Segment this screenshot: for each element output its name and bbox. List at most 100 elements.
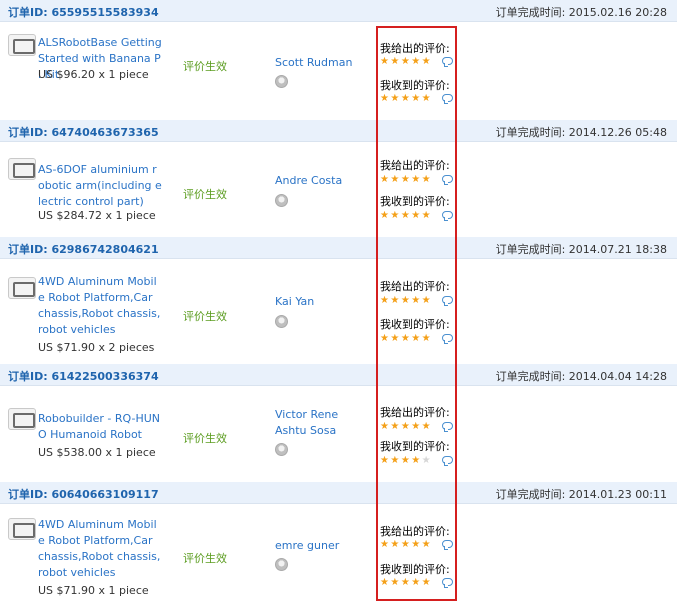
star-icon: ★ (400, 540, 410, 549)
order-header: 订单ID: 64740463673365 订单完成时间: 2014.12.26 … (0, 120, 677, 142)
given-feedback-comment-icon[interactable] (442, 540, 453, 550)
star-icon: ★ (421, 334, 431, 343)
order-id[interactable]: 订单ID: 60640663109117 (8, 486, 159, 502)
received-feedback-comment-icon[interactable] (442, 456, 453, 466)
product-price: US $71.90 x 2 pieces (38, 341, 155, 354)
star-icon: ★ (421, 57, 431, 66)
order-header: 订单ID: 65595515583934 订单完成时间: 2015.02.16 … (0, 0, 677, 22)
star-icon: ★ (421, 175, 431, 184)
star-icon: ★ (411, 334, 421, 343)
given-feedback-stars: ★ ★ ★ ★ ★ (380, 296, 432, 305)
order-id[interactable]: 订单ID: 65595515583934 (8, 4, 159, 20)
order-completion-date: 订单完成时间: 2014.12.26 05:48 (495, 126, 667, 139)
product-link[interactable]: 4WD Aluminum Mobile Robot Platform,Car c… (38, 517, 162, 581)
star-icon: ★ (421, 578, 431, 587)
star-icon: ★ (421, 211, 431, 220)
received-feedback-label: 我收到的评价: (380, 563, 450, 576)
product-link[interactable]: AS-6DOF aluminium robotic arm(including … (38, 162, 162, 210)
received-feedback-label: 我收到的评价: (380, 318, 450, 331)
order-completion-date: 订单完成时间: 2015.02.16 20:28 (495, 6, 667, 19)
star-icon: ★ (390, 422, 400, 431)
star-icon: ★ (411, 422, 421, 431)
star-icon: ★ (400, 334, 410, 343)
received-feedback-stars: ★ ★ ★ ★ ★ (380, 334, 432, 343)
order-id[interactable]: 订单ID: 62986742804621 (8, 241, 159, 257)
received-feedback-comment-icon[interactable] (442, 334, 453, 344)
star-icon: ★ (400, 175, 410, 184)
product-link[interactable]: Robobuilder - RQ-HUNO Humanoid Robot (38, 411, 162, 443)
star-icon: ★ (400, 296, 410, 305)
star-icon: ★ (380, 578, 389, 587)
star-icon: ★ (400, 211, 410, 220)
order-row: 订单ID: 64740463673365 订单完成时间: 2014.12.26 … (0, 120, 677, 237)
buyer-name-link[interactable]: Scott Rudman (275, 55, 371, 71)
star-icon: ★ (411, 540, 421, 549)
given-feedback-comment-icon[interactable] (442, 296, 453, 306)
star-icon: ★ (411, 456, 421, 465)
received-feedback-label: 我收到的评价: (380, 79, 450, 92)
order-header: 订单ID: 60640663109117 订单完成时间: 2014.01.23 … (0, 482, 677, 504)
star-icon: ★ (411, 211, 421, 220)
product-thumbnail[interactable] (8, 518, 36, 540)
buyer-avatar-icon[interactable] (275, 194, 288, 207)
buyer-name-link[interactable]: Andre Costa (275, 173, 371, 189)
received-feedback-comment-icon[interactable] (442, 211, 453, 221)
buyer-name-link[interactable]: Kai Yan (275, 294, 371, 310)
order-header: 订单ID: 62986742804621 订单完成时间: 2014.07.21 … (0, 237, 677, 259)
buyer-name-link[interactable]: emre guner (275, 538, 371, 554)
star-icon: ★ (380, 334, 389, 343)
star-icon: ★ (380, 540, 389, 549)
star-icon: ★ (390, 94, 400, 103)
star-icon: ★ (421, 422, 431, 431)
order-completion-date: 订单完成时间: 2014.07.21 18:38 (495, 243, 667, 256)
star-icon: ★ (411, 175, 421, 184)
received-feedback-stars: ★ ★ ★ ★ ★ (380, 211, 432, 220)
star-icon: ★ (390, 540, 400, 549)
buyer-avatar-icon[interactable] (275, 315, 288, 328)
review-status: 评价生效 (183, 310, 227, 323)
product-price: US $538.00 x 1 piece (38, 446, 156, 459)
product-thumbnail[interactable] (8, 158, 36, 180)
given-feedback-comment-icon[interactable] (442, 422, 453, 432)
review-status: 评价生效 (183, 188, 227, 201)
star-icon: ★ (421, 94, 431, 103)
given-feedback-label: 我给出的评价: (380, 280, 450, 293)
given-feedback-label: 我给出的评价: (380, 42, 450, 55)
given-feedback-comment-icon[interactable] (442, 175, 453, 185)
given-feedback-comment-icon[interactable] (442, 57, 453, 67)
order-id[interactable]: 订单ID: 61422500336374 (8, 368, 159, 384)
product-link[interactable]: 4WD Aluminum Mobile Robot Platform,Car c… (38, 274, 162, 338)
product-thumbnail[interactable] (8, 34, 36, 56)
given-feedback-stars: ★ ★ ★ ★ ★ (380, 57, 432, 66)
star-icon: ★ (400, 57, 410, 66)
buyer-avatar-icon[interactable] (275, 558, 288, 571)
received-feedback-stars: ★ ★ ★ ★ ★ (380, 578, 432, 587)
received-feedback-comment-icon[interactable] (442, 94, 453, 104)
star-icon: ★ (411, 57, 421, 66)
product-thumbnail[interactable] (8, 277, 36, 299)
order-row: 订单ID: 60640663109117 订单完成时间: 2014.01.23 … (0, 482, 677, 605)
received-feedback-label: 我收到的评价: (380, 195, 450, 208)
product-thumbnail[interactable] (8, 408, 36, 430)
order-row: 订单ID: 65595515583934 订单完成时间: 2015.02.16 … (0, 0, 677, 120)
buyer-avatar-icon[interactable] (275, 75, 288, 88)
given-feedback-stars: ★ ★ ★ ★ ★ (380, 175, 432, 184)
star-icon: ★ (411, 578, 421, 587)
given-feedback-label: 我给出的评价: (380, 159, 450, 172)
received-feedback-comment-icon[interactable] (442, 578, 453, 588)
product-price: US $96.20 x 1 piece (38, 68, 149, 81)
order-id[interactable]: 订单ID: 64740463673365 (8, 124, 159, 140)
product-price: US $284.72 x 1 piece (38, 209, 156, 222)
given-feedback-stars: ★ ★ ★ ★ ★ (380, 540, 432, 549)
star-icon: ★ (390, 578, 400, 587)
star-icon: ★ (380, 175, 389, 184)
star-icon: ★ (390, 57, 400, 66)
product-price: US $71.90 x 1 piece (38, 584, 149, 597)
buyer-name-link[interactable]: Victor Rene Ashtu Sosa (275, 407, 371, 439)
star-icon: ★ (380, 456, 389, 465)
star-icon: ★ (421, 540, 431, 549)
given-feedback-label: 我给出的评价: (380, 525, 450, 538)
buyer-avatar-icon[interactable] (275, 443, 288, 456)
star-icon: ★ (411, 94, 421, 103)
received-feedback-stars: ★ ★ ★ ★ ★ (380, 94, 432, 103)
